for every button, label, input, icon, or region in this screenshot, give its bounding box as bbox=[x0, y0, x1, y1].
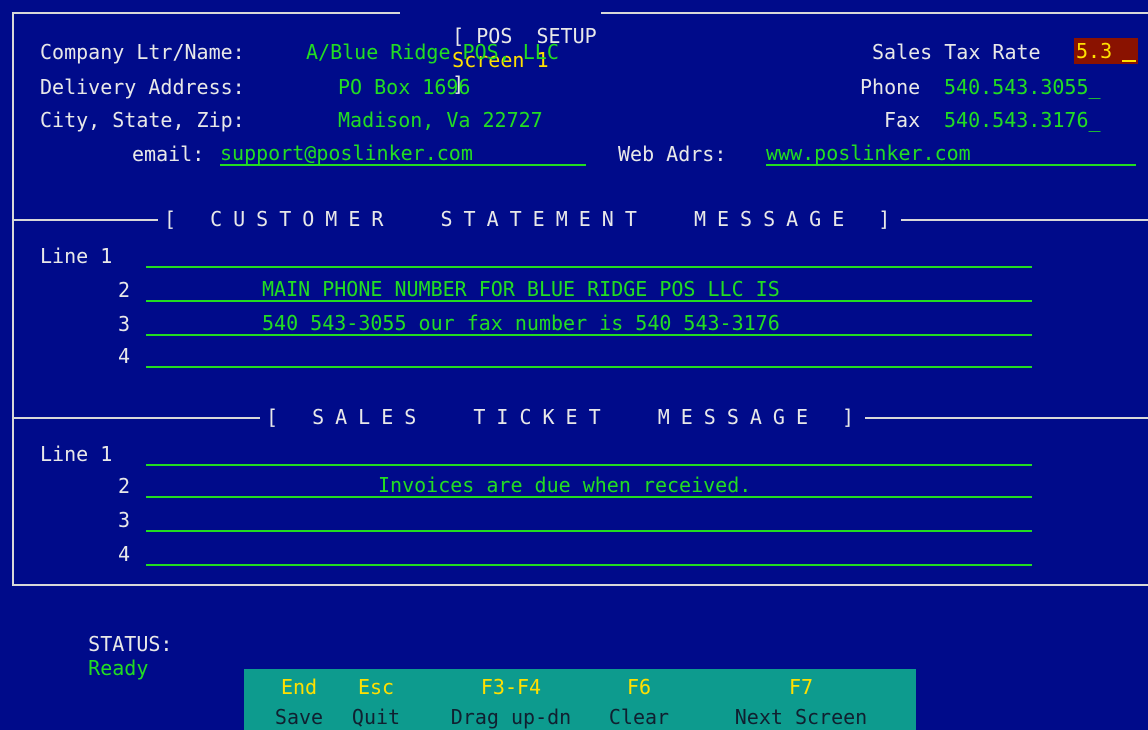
sales-tax-cursor bbox=[1122, 60, 1136, 62]
fkey-end-action: Save bbox=[274, 705, 324, 729]
sales-tax-label: Sales Tax Rate bbox=[872, 40, 1041, 64]
fkey-f3f4-key: F3-F4 bbox=[480, 675, 542, 699]
frame-bottom-border bbox=[12, 584, 1148, 586]
company-label: Company Ltr/Name: bbox=[40, 40, 245, 64]
sales-tax-field[interactable]: 5.3 bbox=[1074, 38, 1138, 64]
customer-statement-heading: [ CUSTOMER STATEMENT MESSAGE ] bbox=[158, 207, 902, 231]
fkey-f7-key: F7 bbox=[788, 675, 814, 699]
pos-setup-screen: [ POS SETUP Screen 1 ] Company Ltr/Name:… bbox=[0, 0, 1148, 730]
email-label: email: bbox=[132, 142, 205, 166]
delivery-address-label: Delivery Address: bbox=[40, 75, 245, 99]
sales-tax-value: 5.3 bbox=[1076, 39, 1113, 63]
phone-field[interactable]: 540.543.3055_ bbox=[944, 75, 1101, 99]
fkey-end-key: End bbox=[280, 675, 318, 699]
customer-line-label-2: 2 bbox=[118, 278, 131, 302]
fkey-f3f4-action: Drag up-dn bbox=[450, 705, 572, 729]
sales-ticket-heading: [ SALES TICKET MESSAGE ] bbox=[260, 405, 866, 429]
fkey-f7-action: Next Screen bbox=[734, 705, 868, 729]
ticket-line-label-2: 2 bbox=[118, 474, 131, 498]
web-address-value: www.poslinker.com bbox=[766, 141, 971, 165]
customer-line-label-4: 4 bbox=[118, 344, 131, 368]
ticket-line-1-field[interactable] bbox=[146, 442, 1032, 466]
customer-line-3-field[interactable]: 540 543-3055 our fax number is 540 543-3… bbox=[146, 312, 1032, 336]
fkey-f6-action: Clear bbox=[608, 705, 670, 729]
fkey-f6-clear[interactable]: F6 Clear bbox=[604, 675, 674, 729]
customer-line-label-1: Line 1 bbox=[40, 244, 113, 268]
delivery-address-field[interactable]: PO Box 1696 bbox=[338, 75, 470, 99]
fax-field[interactable]: 540.543.3176_ bbox=[944, 108, 1101, 132]
status-label: STATUS: bbox=[88, 632, 173, 656]
company-name-field[interactable]: A/Blue Ridge POS, LLC bbox=[306, 40, 559, 64]
fkey-end-save[interactable]: End Save bbox=[262, 675, 336, 729]
fkey-esc-action: Quit bbox=[351, 705, 401, 729]
fkey-f6-key: F6 bbox=[626, 675, 652, 699]
status-value: Ready bbox=[88, 656, 149, 680]
customer-line-2-field[interactable]: MAIN PHONE NUMBER FOR BLUE RIDGE POS LLC… bbox=[146, 278, 1032, 302]
ticket-line-3-field[interactable] bbox=[146, 508, 1032, 532]
city-state-zip-field[interactable]: Madison, Va 22727 bbox=[338, 108, 543, 132]
fax-label: Fax bbox=[884, 108, 921, 132]
customer-line-3-text: 540 543-3055 our fax number is 540 543-3… bbox=[262, 311, 780, 335]
web-address-label: Web Adrs: bbox=[618, 142, 727, 166]
web-address-field[interactable]: www.poslinker.com bbox=[766, 142, 1136, 166]
customer-line-2-text: MAIN PHONE NUMBER FOR BLUE RIDGE POS LLC… bbox=[262, 277, 780, 301]
ticket-line-label-4: 4 bbox=[118, 542, 131, 566]
customer-line-label-3: 3 bbox=[118, 312, 131, 336]
fkey-esc-quit[interactable]: Esc Quit bbox=[344, 675, 408, 729]
email-value: support@poslinker.com bbox=[220, 141, 473, 165]
frame-left-border bbox=[12, 12, 14, 584]
status-bar: STATUS: Ready bbox=[40, 608, 172, 704]
ticket-line-2-text: Invoices are due when received. bbox=[378, 473, 752, 497]
phone-label: Phone bbox=[860, 75, 921, 99]
fkey-esc-key: Esc bbox=[357, 675, 395, 699]
fkey-f7-next-screen[interactable]: F7 Next Screen bbox=[728, 675, 874, 729]
ticket-line-2-field[interactable]: Invoices are due when received. bbox=[146, 474, 1032, 498]
fkey-f3f4-drag[interactable]: F3-F4 Drag up-dn bbox=[440, 675, 582, 729]
function-key-bar: End Save Esc Quit F3-F4 Drag up-dn F6 Cl… bbox=[244, 669, 916, 730]
city-state-zip-label: City, State, Zip: bbox=[40, 108, 245, 132]
ticket-line-label-1: Line 1 bbox=[40, 442, 113, 466]
ticket-line-label-3: 3 bbox=[118, 508, 131, 532]
ticket-line-4-field[interactable] bbox=[146, 542, 1032, 566]
email-field[interactable]: support@poslinker.com bbox=[220, 142, 586, 166]
customer-line-4-field[interactable] bbox=[146, 344, 1032, 368]
customer-line-1-field[interactable] bbox=[146, 244, 1032, 268]
